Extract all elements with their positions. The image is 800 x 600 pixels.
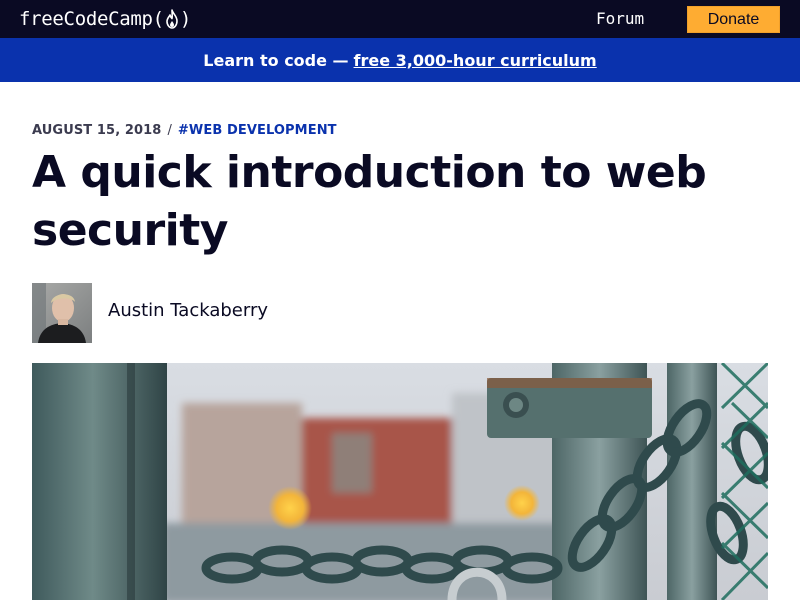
author-name[interactable]: Austin Tackaberry [108,300,268,321]
article-title: A quick introduction to web security [32,147,707,256]
logo-paren-open: ( [152,8,164,30]
publish-date: AUGUST 15, 2018 [32,123,162,138]
top-navbar: freeCodeCamp ( ) Forum Donate [0,0,800,38]
article-meta: AUGUST 15, 2018 / #WEB DEVELOPMENT [32,123,337,138]
donate-button[interactable]: Donate [687,6,780,33]
forum-link[interactable]: Forum [596,9,644,28]
chains-and-padlock-photo [32,363,768,600]
learn-to-code-banner: Learn to code — free 3,000-hour curricul… [0,38,800,82]
flame-icon [166,9,178,29]
logo-paren-close: ) [179,8,191,30]
meta-separator: / [167,123,172,138]
author-photo [32,283,92,343]
author-avatar[interactable] [32,283,92,343]
logo-text: freeCodeCamp [19,8,153,30]
banner-prefix: Learn to code — [203,50,349,70]
freecodecamp-logo[interactable]: freeCodeCamp ( ) [19,6,191,32]
hero-image [32,363,768,600]
tag-link[interactable]: #WEB DEVELOPMENT [178,123,337,138]
curriculum-link[interactable]: free 3,000-hour curriculum [354,51,597,70]
